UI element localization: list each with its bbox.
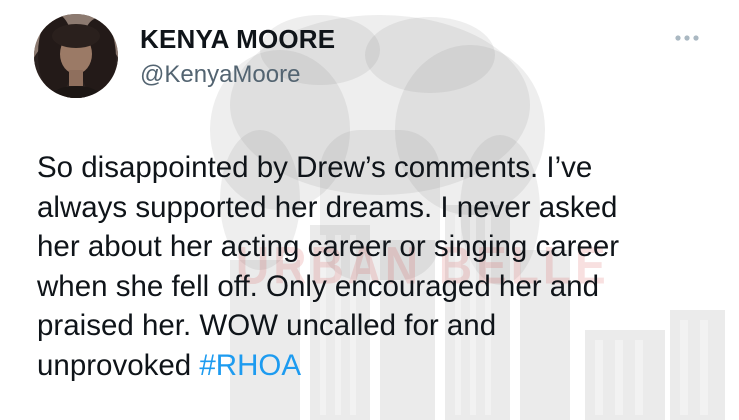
- tweet-text-line: her about her acting career or singing c…: [37, 230, 620, 263]
- tweet-text-line: unprovoked: [37, 348, 192, 382]
- hashtag-link[interactable]: #RHOA: [199, 349, 301, 382]
- profile-photo-icon: [34, 14, 118, 98]
- tweet-card: URBAN BELLE KENYA MOORE @KenyaMoore So d…: [0, 0, 739, 420]
- user-handle[interactable]: @KenyaMoore: [140, 61, 300, 89]
- tweet-text-line: always supported her dreams. I never ask…: [37, 190, 618, 224]
- tweet-text: So disappointed by Drew’s comments. I’ve…: [37, 148, 727, 385]
- ellipsis-icon: [675, 35, 699, 41]
- avatar[interactable]: [34, 14, 118, 98]
- tweet-text-line: when she fell off. Only encouraged her a…: [37, 269, 599, 303]
- tweet-text-line: So disappointed by Drew’s comments. I’ve: [37, 151, 593, 184]
- tweet-text-last-line: unprovoked #RHOA: [37, 346, 727, 386]
- tweet-text-line: praised her. WOW uncalled for and: [37, 309, 497, 342]
- display-name[interactable]: KENYA MOORE: [140, 24, 335, 55]
- more-options-button[interactable]: [672, 28, 708, 48]
